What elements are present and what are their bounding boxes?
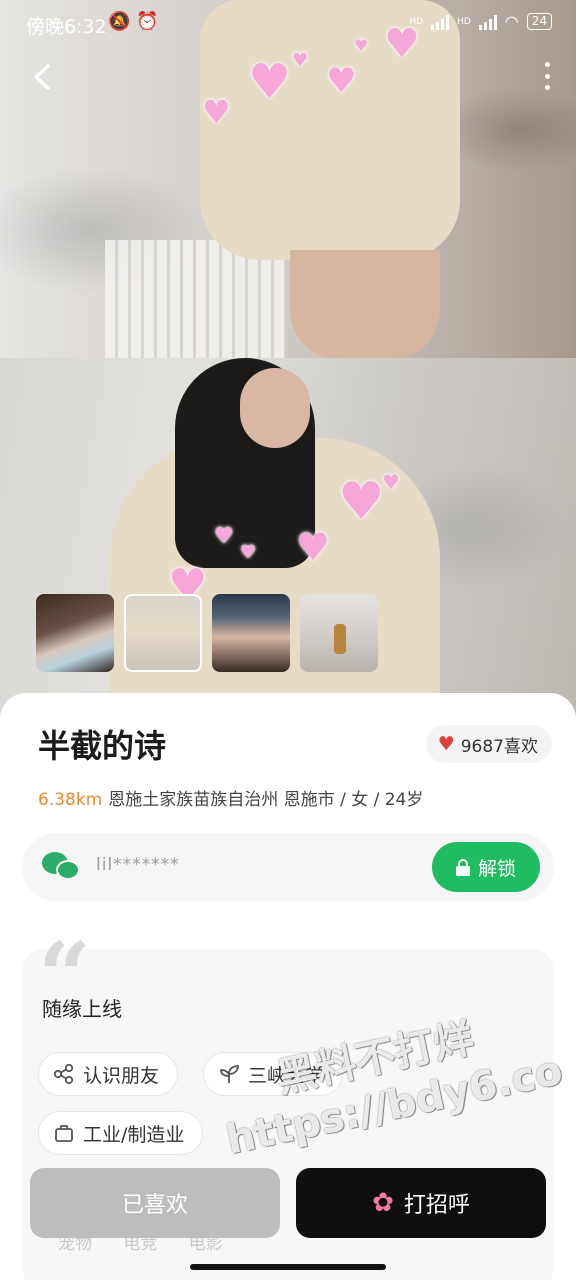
signal-icon: [478, 14, 497, 30]
tag-label: 三峡大学: [248, 1064, 325, 1087]
unlock-label: 解锁: [477, 857, 516, 880]
more-options-button[interactable]: [542, 62, 552, 90]
status-right-icons: HD HD ◠ 24: [409, 12, 552, 31]
unlock-button[interactable]: 解锁: [432, 842, 540, 892]
profile-info-line: 6.38km 恩施土家族苗族自治州 恩施市 / 女 / 24岁: [38, 785, 423, 810]
wechat-icon: [42, 852, 80, 882]
signal-label-2: HD: [457, 16, 471, 27]
heart-sticker-icon: ♥: [202, 93, 231, 131]
thumbnail-4[interactable]: [300, 594, 378, 672]
location-label: 恩施土家族苗族自治州 恩施市 / 女 / 24岁: [108, 790, 424, 810]
status-left-icons: 🔕⏰: [108, 11, 165, 32]
heart-sticker-icon: ♥: [240, 542, 257, 563]
signal-icon: [431, 14, 450, 30]
say-hi-button[interactable]: ✿ 打招呼: [296, 1168, 546, 1238]
photo-thumbnail-strip: [36, 594, 378, 672]
distance-label: 6.38km: [38, 790, 103, 810]
wechat-contact-card: lil******* 解锁: [22, 833, 554, 901]
flower-icon: ✿: [372, 1188, 394, 1218]
battery-icon: 24: [526, 13, 552, 30]
share-icon: [53, 1063, 75, 1085]
likes-count: 9687喜欢: [460, 736, 538, 757]
tag-meet-friends: 认识朋友: [38, 1052, 179, 1096]
thumbnail-1[interactable]: [36, 594, 114, 672]
signal-label-1: HD: [409, 16, 424, 27]
wechat-id: lil*******: [96, 855, 180, 875]
heart-sticker-icon: ♥: [248, 54, 292, 110]
liked-button[interactable]: 已喜欢: [30, 1168, 280, 1238]
photo-subject-legs: [290, 250, 440, 358]
back-button[interactable]: [30, 62, 54, 92]
thumbnail-3[interactable]: [212, 594, 290, 672]
likes-badge[interactable]: ♥ 9687喜欢: [425, 725, 552, 763]
wifi-icon: ◠: [504, 12, 519, 31]
tag-university: 三峡大学: [203, 1052, 344, 1096]
sprout-icon: [218, 1063, 240, 1085]
lock-icon: [455, 859, 470, 876]
more-vertical-icon: [544, 62, 550, 67]
status-bar: 傍晚6:32 🔕⏰ HD HD ◠ 24: [0, 0, 576, 50]
heart-sticker-icon: ♥: [214, 524, 234, 549]
chevron-left-icon: [34, 64, 50, 90]
profile-name: 半截的诗: [38, 727, 167, 765]
tag-industry: 工业/制造业: [38, 1111, 204, 1155]
photo-subject-hand: [240, 368, 310, 448]
status-time: 傍晚6:32: [26, 16, 107, 38]
heart-icon: ♥: [437, 733, 455, 755]
quote-icon: “: [38, 922, 91, 1030]
bell-off-icon: 🔕: [108, 11, 137, 32]
say-hi-label: 打招呼: [403, 1193, 470, 1218]
heart-sticker-icon: ♥: [382, 470, 400, 494]
briefcase-icon: [53, 1122, 75, 1144]
home-indicator[interactable]: [190, 1264, 386, 1270]
heart-sticker-icon: ♥: [326, 61, 357, 101]
heart-sticker-icon: ♥: [338, 472, 385, 532]
thumbnail-2[interactable]: [124, 594, 202, 672]
tag-label: 认识朋友: [83, 1064, 160, 1087]
heart-sticker-icon: ♥: [296, 525, 331, 569]
alarm-icon: ⏰: [136, 11, 165, 32]
profile-photo-1: ♥ ♥ ♥ ♥ ♥ ♥: [0, 0, 576, 358]
heart-sticker-icon: ♥: [292, 50, 309, 71]
tag-label: 工业/制造业: [83, 1123, 185, 1146]
